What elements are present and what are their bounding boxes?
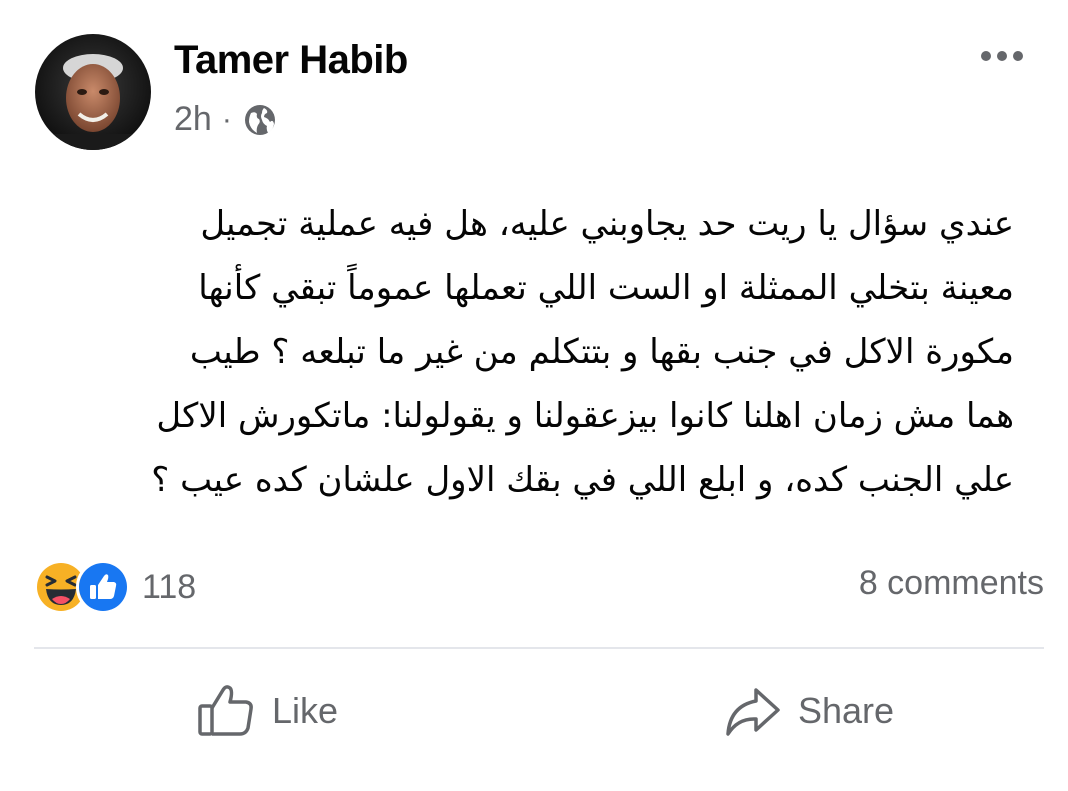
more-options-icon[interactable] (970, 36, 1034, 76)
author-avatar[interactable] (35, 34, 151, 150)
share-button[interactable]: Share (722, 680, 894, 742)
comments-count[interactable]: 8 comments (859, 564, 1044, 603)
globe-icon[interactable] (242, 102, 278, 138)
post-meta: 2h · (174, 100, 278, 139)
thumbs-up-icon (196, 680, 258, 742)
reactions-summary[interactable]: 118 (34, 560, 196, 614)
divider (34, 647, 1044, 649)
meta-separator: · (221, 102, 232, 136)
share-label: Share (798, 690, 895, 731)
like-button[interactable]: Like (196, 680, 338, 742)
share-arrow-icon (722, 680, 784, 742)
post-time[interactable]: 2h (174, 100, 212, 139)
reaction-count: 118 (142, 567, 197, 606)
like-label: Like (272, 690, 339, 731)
post-body: عندي سؤال يا ريت حد يجاوبني عليه، هل فيه… (151, 204, 1014, 500)
author-name[interactable]: Tamer Habib (174, 38, 408, 83)
like-reaction-icon (76, 560, 130, 614)
